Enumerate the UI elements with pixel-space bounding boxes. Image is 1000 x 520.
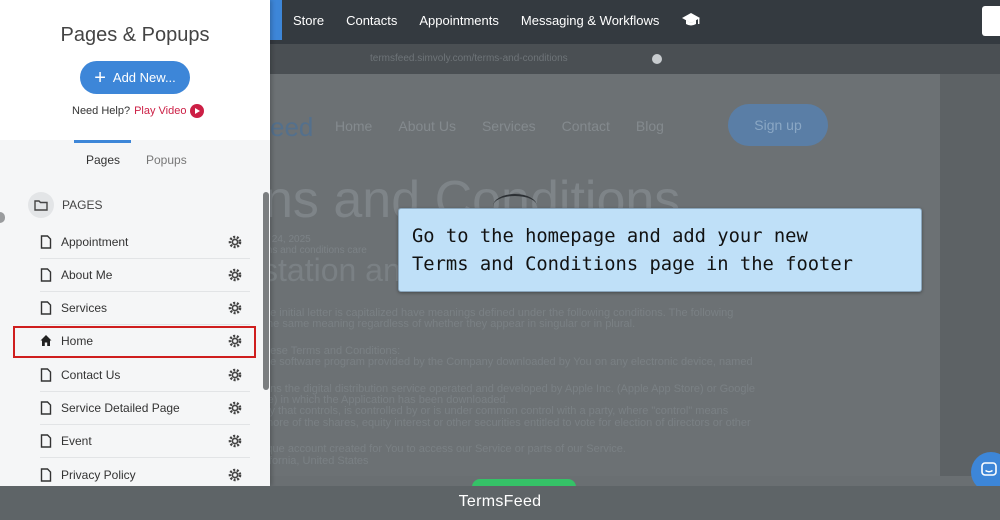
page-name: Contact Us [61,368,121,382]
need-help-text: Need Help? [72,105,131,117]
site-nav-blog: Blog [635,118,664,134]
page-name: Privacy Policy [61,467,136,482]
site-nav: Home About Us Services Contact Blog [335,118,690,134]
pages-popups-panel: Pages & Popups + Add New... Need Help? P… [0,0,270,486]
callout-line-2: Terms and Conditions page in the footer [412,254,853,275]
graduation-cap-icon[interactable] [681,12,701,28]
page-name: Services [61,301,108,315]
site-subtitle: station an [270,252,401,288]
site-signup-button: Sign up [728,104,828,146]
add-new-button[interactable]: + Add New... [80,61,190,94]
panel-scrollbar[interactable] [263,192,269,390]
page-row-appointment[interactable]: Appointment [40,226,250,259]
chat-icon [981,462,997,476]
page-name: Service Detailed Page [61,401,180,415]
page-icon [40,467,52,482]
preview-margin [940,74,1000,476]
page-icon [40,268,52,282]
tab-pages[interactable]: Pages [86,153,120,167]
qr-code-button[interactable] [982,6,1000,36]
site-nav-services: Services [481,118,536,134]
gear-icon[interactable] [228,434,242,448]
plus-icon: + [94,66,106,89]
play-video-link[interactable]: Play Video [134,105,186,117]
page-row-event[interactable]: Event [40,425,250,458]
add-new-label: Add New... [112,70,176,85]
page-name: About Me [61,268,113,282]
tab-popups[interactable]: Popups [146,153,187,167]
page-icon [40,401,52,415]
nav-contacts[interactable]: Contacts [346,13,397,28]
instruction-callout: Go to the homepage and add your new Term… [398,208,922,292]
gear-icon[interactable] [228,268,242,282]
gear-icon[interactable] [228,468,242,482]
gear-icon[interactable] [228,301,242,315]
panel-header: Pages & Popups + Add New... Need Help? P… [0,0,270,140]
help-row: Need Help? Play Video [72,104,205,118]
page-icon [40,301,52,315]
page-row-service-detailed-page[interactable]: Service Detailed Page [40,392,250,425]
site-body-text: he initial letter is capitalized have me… [270,308,756,467]
page-name: Appointment [61,235,129,249]
play-icon[interactable] [190,104,205,118]
panel-tabs: Pages Popups [0,140,270,180]
page-icon [40,434,52,448]
preview-url: termsfeed.simvoly.com/terms-and-conditio… [370,53,568,64]
home-highlight-box [13,326,256,358]
page-row-services[interactable]: Services [40,292,250,325]
gear-icon[interactable] [228,235,242,249]
site-nav-home: Home [335,118,373,134]
site-logo-fragment: eed [270,112,314,142]
callout-line-1: Go to the homepage and add your new [412,226,808,247]
nav-messaging-workflows[interactable]: Messaging & Workflows [521,13,659,28]
video-caption-bar: TermsFeed [0,486,1000,520]
page-row-privacy-policy[interactable]: Privacy Policy [40,458,250,486]
site-nav-contact: Contact [561,118,610,134]
site-nav-about: About Us [398,118,456,134]
page-icon [40,368,52,382]
page-row-contact-us[interactable]: Contact Us [40,359,250,392]
pages-section-header[interactable]: PAGES [28,192,102,218]
page-name: Event [61,434,92,448]
top-nav: Store Contacts Appointments Messaging & … [293,0,701,40]
active-tab-underline [74,140,131,143]
url-settings-icon[interactable] [652,54,662,64]
nav-store[interactable]: Store [293,13,324,28]
section-label: PAGES [62,198,103,212]
folder-icon [28,192,54,218]
gear-icon[interactable] [228,401,242,415]
gear-icon[interactable] [228,368,242,382]
panel-title: Pages & Popups [60,24,210,46]
nav-appointments[interactable]: Appointments [419,13,499,28]
page-icon [40,235,52,249]
preview-url-bar: termsfeed.simvoly.com/terms-and-conditio… [270,44,1000,74]
page-row-about-me[interactable]: About Me [40,259,250,292]
